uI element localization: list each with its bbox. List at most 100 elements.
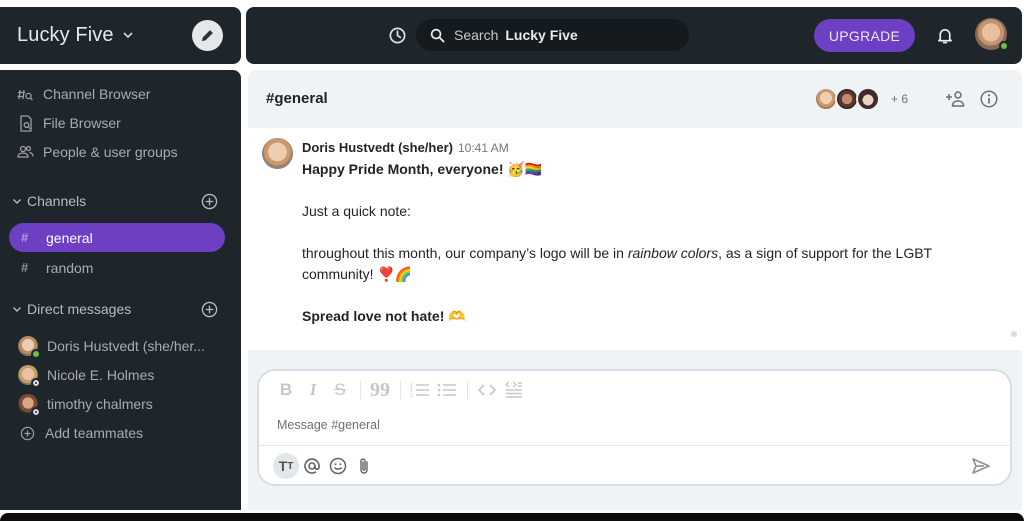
- search-placeholder: Search: [454, 27, 499, 43]
- channel-title: #general: [266, 90, 328, 107]
- avatar: [18, 394, 41, 417]
- clock-icon[interactable]: [388, 26, 407, 45]
- emoji-icon[interactable]: [325, 453, 351, 479]
- ordered-list-icon[interactable]: 123: [409, 380, 431, 400]
- scrollbar-thumb[interactable]: [1011, 331, 1017, 337]
- channels-section-label: Channels: [27, 193, 87, 209]
- message-list: Doris Hustvedt (she/her) 10:41 AM Happy P…: [248, 128, 1022, 350]
- toolbar-divider: [467, 381, 468, 399]
- avatar: [18, 336, 41, 359]
- chevron-down-icon: [12, 196, 22, 206]
- upgrade-button[interactable]: UPGRADE: [814, 19, 915, 52]
- channel-members[interactable]: + 6: [814, 87, 908, 111]
- channel-item-random[interactable]: # random: [9, 253, 225, 282]
- people-icon: [17, 144, 34, 161]
- add-direct-message-icon[interactable]: [201, 301, 218, 318]
- chevron-down-icon: [12, 304, 22, 314]
- online-status-indicator: [999, 41, 1009, 51]
- strikethrough-icon[interactable]: S: [329, 380, 351, 400]
- dm-name: Nicole E. Holmes: [47, 367, 155, 383]
- message-text: , as a sign of support for the LGBT: [718, 245, 933, 261]
- code-block-icon[interactable]: [503, 380, 525, 400]
- message-text-line: community! ❣️🌈: [302, 266, 413, 282]
- channel-header: #general + 6: [248, 70, 1022, 128]
- message-author[interactable]: Doris Hustvedt (she/her) 10:41 AM: [302, 140, 509, 155]
- toolbar-divider: [360, 381, 361, 399]
- member-overflow-count: + 6: [891, 92, 909, 106]
- add-circle-icon: [19, 425, 36, 442]
- mention-icon[interactable]: [299, 453, 325, 479]
- add-member-icon[interactable]: [945, 90, 965, 108]
- sidebar-item-label: Channel Browser: [43, 86, 151, 102]
- sidebar-item-people[interactable]: People & user groups: [17, 141, 178, 163]
- italic-icon[interactable]: I: [302, 380, 324, 400]
- sidebar-item-channel-browser[interactable]: Channel Browser: [17, 83, 150, 105]
- message-text-line: Happy Pride Month, everyone! 🥳🏳️‍🌈: [302, 161, 543, 177]
- message-composer: B I S 99 123 Message #general TT: [257, 369, 1012, 486]
- sidebar-item-file-browser[interactable]: File Browser: [17, 112, 121, 134]
- dm-item[interactable]: Doris Hustvedt (she/her...: [18, 334, 218, 359]
- offline-status-indicator: [31, 378, 41, 388]
- add-teammates-button[interactable]: Add teammates: [19, 422, 143, 444]
- hash-icon: #: [21, 260, 29, 275]
- send-icon[interactable]: [972, 458, 990, 474]
- online-status-indicator: [31, 349, 41, 359]
- sidebar: Channel Browser File Browser People & us…: [0, 70, 241, 510]
- text-format-icon[interactable]: TT: [273, 453, 299, 479]
- composer-divider: [259, 445, 1010, 446]
- author-name: Doris Hustvedt (she/her): [302, 140, 453, 155]
- message-input[interactable]: Message #general: [277, 418, 380, 432]
- workspace-header: Lucky Five: [0, 7, 241, 64]
- avatar: [18, 365, 41, 388]
- channels-section-header[interactable]: Channels: [12, 191, 218, 211]
- pencil-icon: [201, 29, 214, 42]
- channel-name: random: [46, 259, 94, 276]
- message-emphasis: rainbow colors: [627, 245, 719, 261]
- composer-area: B I S 99 123 Message #general TT: [248, 350, 1022, 510]
- dm-item[interactable]: Nicole E. Holmes: [18, 363, 218, 388]
- user-avatar[interactable]: [975, 18, 1009, 51]
- svg-text:3: 3: [410, 393, 413, 398]
- add-channel-icon[interactable]: [201, 193, 218, 210]
- code-icon[interactable]: [476, 380, 498, 400]
- channel-search-icon: [17, 86, 34, 103]
- attach-icon[interactable]: [351, 453, 377, 479]
- app-window: Lucky Five Search Lucky Five UPGRADE Cha…: [0, 0, 1024, 521]
- bold-icon[interactable]: B: [275, 380, 297, 400]
- search-input[interactable]: Search Lucky Five: [416, 19, 689, 51]
- chevron-down-icon[interactable]: [123, 31, 133, 41]
- message-text: throughout this month, our company’s log…: [302, 245, 628, 261]
- offline-status-indicator: [31, 407, 41, 417]
- dm-name: timothy chalmers: [47, 396, 153, 412]
- info-icon[interactable]: [980, 90, 998, 108]
- channel-name: general: [46, 229, 93, 246]
- channel-item-general[interactable]: # general: [9, 223, 225, 252]
- search-scope: Lucky Five: [505, 27, 578, 43]
- quote-icon[interactable]: 99: [369, 379, 391, 401]
- bullet-list-icon[interactable]: [436, 380, 458, 400]
- direct-messages-section-label: Direct messages: [27, 301, 132, 317]
- bell-icon[interactable]: [936, 26, 954, 45]
- add-teammates-label: Add teammates: [45, 425, 144, 441]
- member-avatar: [856, 87, 880, 111]
- sidebar-item-label: People & user groups: [43, 144, 178, 160]
- workspace-name[interactable]: Lucky Five: [17, 24, 114, 47]
- bottom-edge: [0, 513, 1024, 521]
- dm-name: Doris Hustvedt (she/her...: [47, 338, 205, 354]
- composer-tools: TT: [273, 453, 377, 479]
- compose-button[interactable]: [192, 20, 223, 51]
- hash-icon: #: [21, 230, 29, 245]
- message-text-line: Just a quick note:: [302, 203, 411, 219]
- formatting-toolbar: B I S 99 123: [275, 379, 530, 401]
- dm-item[interactable]: timothy chalmers: [18, 392, 218, 417]
- toolbar-divider: [400, 381, 401, 399]
- file-search-icon: [17, 114, 34, 132]
- message-timestamp: 10:41 AM: [457, 141, 509, 155]
- sidebar-item-label: File Browser: [43, 115, 121, 131]
- top-bar: Search Lucky Five UPGRADE: [246, 7, 1022, 64]
- avatar[interactable]: [262, 138, 293, 169]
- message-text-line: throughout this month, our company’s log…: [302, 245, 932, 261]
- search-icon: [430, 28, 445, 43]
- direct-messages-section-header[interactable]: Direct messages: [12, 299, 218, 319]
- message-text-line: Spread love not hate! 🫶: [302, 308, 466, 324]
